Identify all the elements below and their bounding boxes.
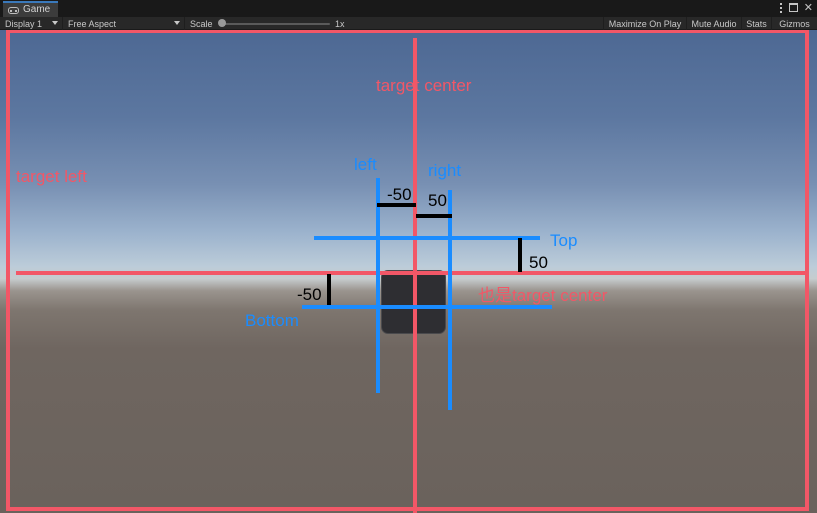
bottom-label: Bottom: [245, 311, 299, 330]
tab-game[interactable]: Game: [3, 1, 59, 17]
window-controls: ✕: [779, 2, 813, 13]
game-toolbar: Display 1 Free Aspect Scale 1x Maximize …: [0, 17, 817, 30]
chevron-down-icon: [174, 21, 180, 25]
also-target-center-label: 也是target center: [478, 286, 608, 305]
display-dropdown[interactable]: Display 1: [0, 17, 63, 30]
tab-game-label: Game: [23, 4, 51, 15]
bottom-value-label: -50: [297, 285, 322, 304]
aspect-dropdown-label: Free Aspect: [68, 18, 117, 29]
left-value-label: -50: [387, 185, 412, 204]
more-options-icon[interactable]: [779, 2, 783, 13]
mute-audio-button[interactable]: Mute Audio: [686, 17, 741, 30]
right-value-label: 50: [428, 191, 447, 210]
scale-slider-thumb[interactable]: [218, 19, 226, 27]
chevron-down-icon: [52, 21, 58, 25]
top-value-label: 50: [529, 253, 548, 272]
scale-slider-track[interactable]: [222, 23, 330, 25]
gizmos-button[interactable]: Gizmos: [771, 17, 817, 30]
maximize-on-play-button[interactable]: Maximize On Play: [603, 17, 686, 30]
maximize-icon[interactable]: [788, 3, 798, 12]
aspect-dropdown[interactable]: Free Aspect: [63, 17, 185, 30]
target-frame: [6, 30, 809, 511]
display-dropdown-label: Display 1: [5, 18, 43, 29]
scale-value: 1x: [335, 18, 345, 29]
target-left-label: target left: [16, 167, 87, 186]
window-tab-bar: Game ✕: [0, 0, 817, 17]
left-label: left: [354, 155, 377, 174]
right-label: right: [428, 161, 461, 180]
scale-label: Scale: [190, 18, 213, 29]
close-icon[interactable]: ✕: [804, 2, 813, 13]
top-label: Top: [550, 231, 577, 250]
target-center-label: target center: [376, 76, 472, 95]
stats-button[interactable]: Stats: [741, 17, 771, 30]
game-viewport[interactable]: target center target left 也是target cente…: [0, 30, 817, 513]
anchor-annotation-overlay: target center target left 也是target cente…: [6, 30, 809, 513]
gamepad-icon: [8, 6, 19, 14]
